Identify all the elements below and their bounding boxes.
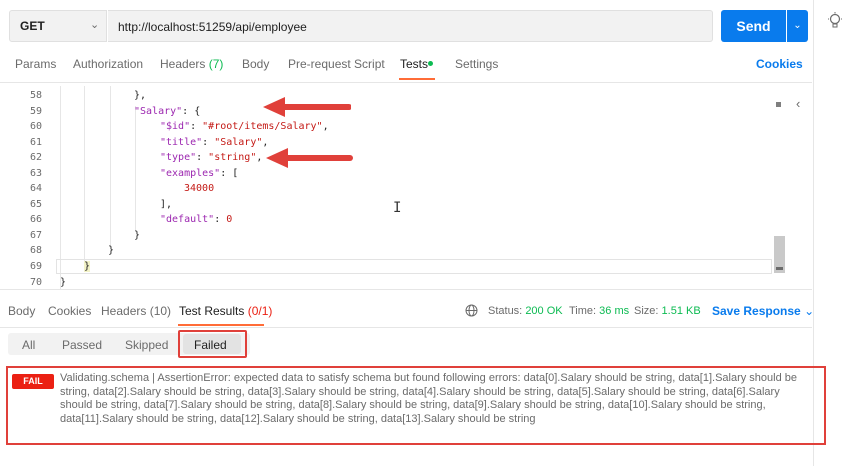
tests-indicator-dot bbox=[428, 61, 433, 66]
tab-headers-label: Headers bbox=[160, 57, 206, 71]
tab-authorization[interactable]: Authorization bbox=[73, 57, 143, 71]
line-number: 63 bbox=[29, 168, 42, 179]
test-result-message: Validating.schema | AssertionError: expe… bbox=[60, 372, 798, 425]
tab-headers-count: (7) bbox=[208, 57, 224, 71]
size-indicator[interactable]: Size: 1.51 KB bbox=[634, 305, 701, 317]
text-cursor-icon: I bbox=[393, 200, 402, 216]
tab-params[interactable]: Params bbox=[15, 57, 56, 71]
response-tab-headers-label: Headers bbox=[101, 304, 147, 318]
save-response-button[interactable]: Save Response ⌄ bbox=[712, 304, 814, 318]
lightbulb-icon[interactable] bbox=[828, 12, 842, 30]
line-number: 58 bbox=[29, 90, 42, 101]
response-tab-test-results[interactable]: Test Results (0/1) bbox=[179, 304, 272, 318]
code-line: 34000 bbox=[184, 183, 215, 194]
chevron-down-icon: ⌄ bbox=[804, 304, 815, 318]
send-button[interactable]: Send bbox=[721, 10, 786, 42]
code-line: } bbox=[134, 230, 141, 241]
annotation-box-failed bbox=[178, 330, 247, 358]
active-response-tab-underline bbox=[178, 324, 264, 326]
time-indicator[interactable]: Time: 36 ms bbox=[569, 305, 629, 317]
line-number: 66 bbox=[29, 214, 42, 225]
fail-badge: FAIL bbox=[12, 374, 54, 389]
tab-body[interactable]: Body bbox=[242, 57, 269, 71]
line-number: 70 bbox=[29, 277, 42, 288]
current-line-highlight bbox=[56, 259, 772, 274]
filter-all[interactable]: All bbox=[22, 338, 35, 352]
active-tab-underline bbox=[399, 78, 435, 80]
code-line: "Salary": { bbox=[134, 106, 201, 117]
line-number: 62 bbox=[29, 152, 42, 163]
chevron-left-icon[interactable]: ‹ bbox=[796, 96, 800, 111]
method-label: GET bbox=[20, 19, 45, 33]
chevron-down-icon: ⌄ bbox=[90, 19, 100, 31]
line-number: 60 bbox=[29, 121, 42, 132]
line-number: 68 bbox=[29, 245, 42, 256]
scrollbar-marker bbox=[776, 102, 781, 107]
tabs-divider bbox=[0, 82, 812, 83]
url-input[interactable]: http://localhost:51259/api/employee bbox=[108, 10, 713, 42]
response-tabs-divider bbox=[0, 327, 812, 328]
tab-tests[interactable]: Tests bbox=[400, 57, 428, 71]
indent-guide bbox=[84, 86, 85, 261]
annotation-arrow-type bbox=[266, 147, 354, 169]
code-line: } bbox=[60, 277, 67, 288]
line-number: 69 bbox=[29, 261, 42, 272]
chevron-down-icon: ⌄ bbox=[793, 20, 802, 31]
filter-skipped[interactable]: Skipped bbox=[125, 338, 168, 352]
code-line: "type": "string", bbox=[160, 152, 263, 163]
line-number: 67 bbox=[29, 230, 42, 241]
send-dropdown-button[interactable]: ⌄ bbox=[787, 10, 808, 42]
method-select[interactable]: GET ⌄ bbox=[9, 10, 107, 42]
cookies-link[interactable]: Cookies bbox=[756, 57, 803, 71]
tab-settings[interactable]: Settings bbox=[455, 57, 498, 71]
response-tab-cookies[interactable]: Cookies bbox=[48, 304, 91, 318]
annotation-arrow-salary bbox=[263, 96, 351, 118]
code-line: } bbox=[108, 245, 115, 256]
line-number: 61 bbox=[29, 137, 42, 148]
filter-passed[interactable]: Passed bbox=[62, 338, 102, 352]
line-number: 65 bbox=[29, 199, 42, 210]
response-tab-body[interactable]: Body bbox=[8, 304, 35, 318]
line-number: 64 bbox=[29, 183, 42, 194]
response-tab-headers-count: (10) bbox=[149, 304, 172, 318]
scrollbar-marker bbox=[776, 267, 783, 270]
code-line: }, bbox=[134, 90, 147, 101]
code-line: "examples": [ bbox=[160, 168, 239, 179]
code-line: "title": "Salary", bbox=[160, 137, 269, 148]
indent-guide bbox=[135, 106, 136, 231]
code-line: "default": 0 bbox=[160, 214, 233, 225]
response-tab-headers[interactable]: Headers (10) bbox=[101, 304, 171, 318]
indent-guide bbox=[110, 86, 111, 246]
test-results-count: (0/1) bbox=[247, 304, 273, 318]
code-line: "$id": "#root/items/Salary", bbox=[160, 121, 329, 132]
line-number: 59 bbox=[29, 106, 42, 117]
globe-icon[interactable] bbox=[465, 304, 478, 317]
code-line: ], bbox=[160, 199, 173, 210]
editor-divider bbox=[0, 289, 812, 290]
url-text: http://localhost:51259/api/employee bbox=[118, 20, 307, 34]
status-indicator[interactable]: Status: 200 OK bbox=[488, 305, 563, 317]
tab-headers[interactable]: Headers (7) bbox=[160, 57, 223, 71]
tab-prerequest-script[interactable]: Pre-request Script bbox=[288, 57, 385, 71]
response-tab-test-results-label: Test Results bbox=[179, 304, 245, 318]
